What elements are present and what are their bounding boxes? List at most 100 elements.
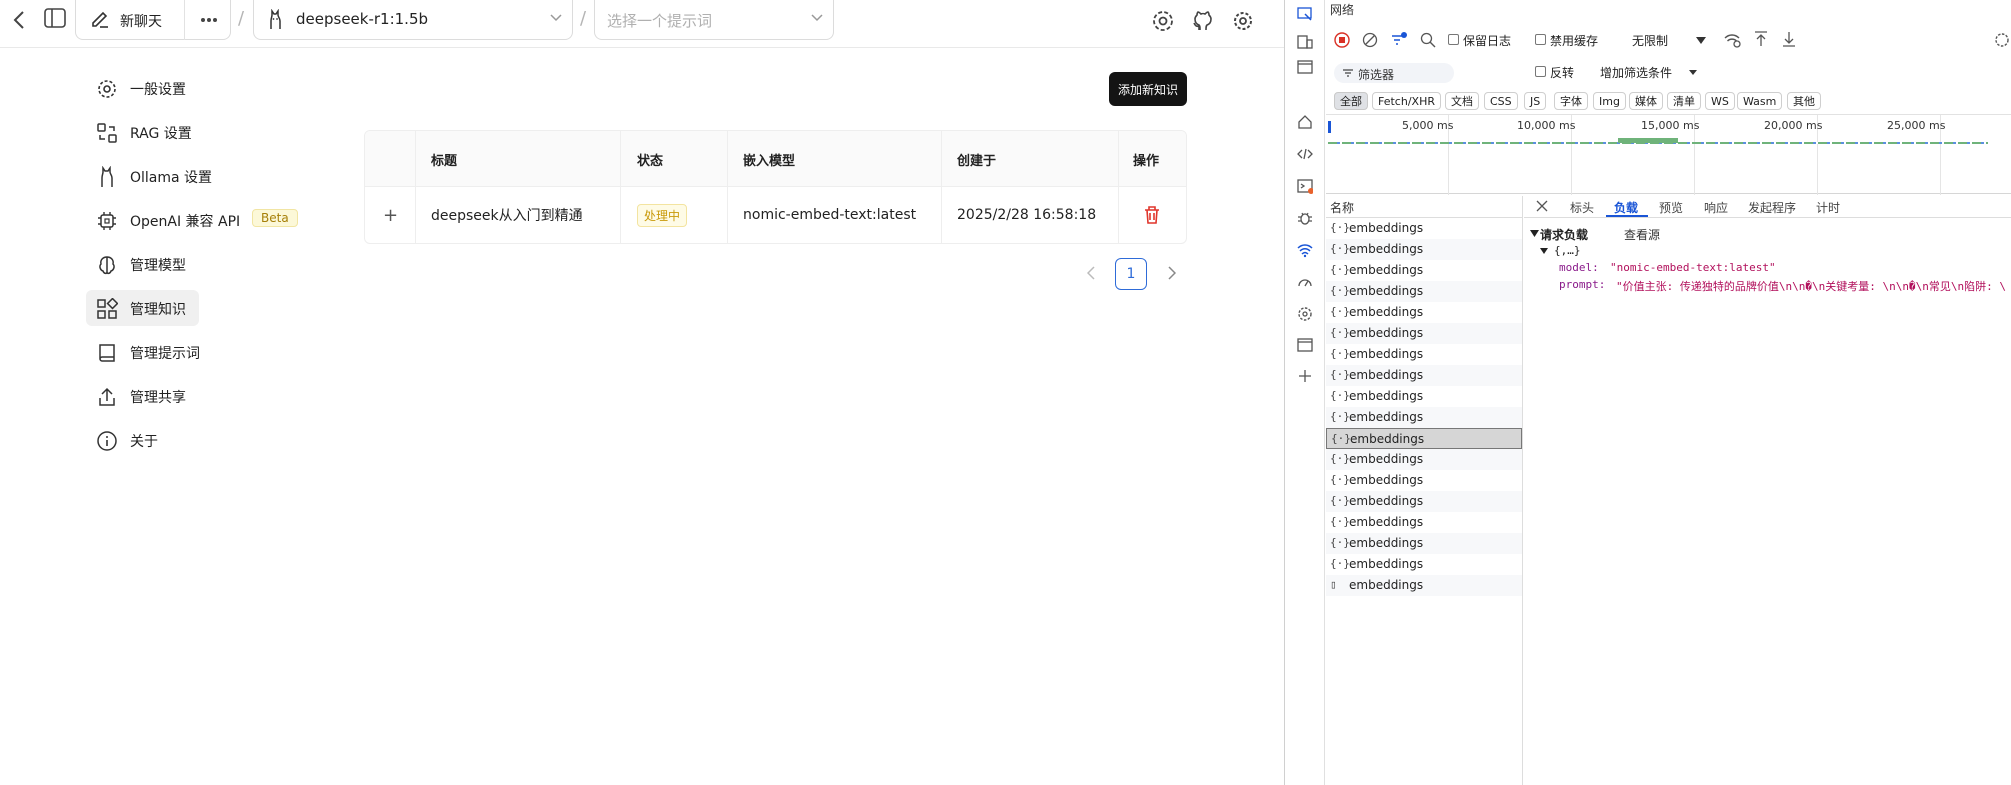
tab-timing[interactable]: 计时 xyxy=(1816,199,1840,216)
type-filter-font[interactable]: 字体 xyxy=(1554,92,1588,110)
sidebar-item-knowledge[interactable]: 管理知识 xyxy=(86,290,199,326)
request-row[interactable]: {·} embeddings xyxy=(1326,281,1522,302)
settings-icon[interactable] xyxy=(1994,32,2010,48)
request-row[interactable]: {·} embeddings xyxy=(1326,386,1522,407)
type-filter-img[interactable]: Img xyxy=(1593,92,1626,110)
performance-icon[interactable] xyxy=(1297,274,1313,290)
tab-response[interactable]: 响应 xyxy=(1704,199,1728,216)
request-name: embeddings xyxy=(1349,578,1424,592)
download-icon[interactable] xyxy=(1782,31,1796,47)
clear-icon[interactable] xyxy=(1362,32,1378,48)
sidebar-item-general[interactable]: 一般设置 xyxy=(86,70,198,106)
view-source-link[interactable]: 查看源 xyxy=(1624,226,1660,243)
sidebar-item-prompts[interactable]: 管理提示词 xyxy=(86,334,200,370)
network-icon[interactable] xyxy=(1297,242,1313,258)
home-icon[interactable] xyxy=(1297,114,1313,130)
sidebar-item-openai-api[interactable]: OpenAI 兼容 API Beta xyxy=(86,202,298,238)
sidebar-item-rag[interactable]: RAG 设置 xyxy=(86,114,198,150)
type-filter-doc[interactable]: 文档 xyxy=(1445,92,1479,110)
type-filter-manifest[interactable]: 清单 xyxy=(1667,92,1701,110)
request-row[interactable]: {·} embeddings xyxy=(1326,428,1522,449)
type-filter-other[interactable]: 其他 xyxy=(1787,92,1821,110)
invert-checkbox[interactable] xyxy=(1535,66,1546,77)
settings-icon[interactable] xyxy=(1297,306,1313,322)
search-icon[interactable] xyxy=(1420,32,1436,48)
tab-initiator[interactable]: 发起程序 xyxy=(1748,199,1796,216)
close-icon[interactable] xyxy=(1536,200,1548,212)
gear-icon[interactable] xyxy=(1231,9,1255,33)
expand-triangle-icon[interactable] xyxy=(1540,248,1548,255)
type-filter-all[interactable]: 全部 xyxy=(1334,92,1368,110)
console-icon[interactable] xyxy=(1297,178,1313,194)
application-icon[interactable] xyxy=(1297,338,1313,352)
add-knowledge-button[interactable]: 添加新知识 xyxy=(1109,72,1187,106)
filter-input[interactable]: 筛选器 xyxy=(1334,63,1454,83)
back-icon[interactable] xyxy=(12,10,26,30)
filter-icon[interactable] xyxy=(1390,31,1408,49)
network-timeline[interactable]: 5,000 ms 10,000 ms 15,000 ms 20,000 ms 2… xyxy=(1326,114,2011,195)
dropdown-arrow-icon[interactable] xyxy=(1696,37,1706,45)
request-row[interactable]: {·} embeddings xyxy=(1326,302,1522,323)
type-filter-media[interactable]: 媒体 xyxy=(1629,92,1663,110)
tab-preview[interactable]: 预览 xyxy=(1659,199,1683,216)
timeline-tick-label: 20,000 ms xyxy=(1764,119,1823,132)
inspect-icon[interactable] xyxy=(1297,6,1313,22)
devtools-rail xyxy=(1285,0,1325,785)
type-filter-xhr[interactable]: Fetch/XHR xyxy=(1372,92,1441,110)
request-row[interactable]: {·} embeddings xyxy=(1326,491,1522,512)
page-number[interactable]: 1 xyxy=(1115,258,1147,290)
plus-icon[interactable] xyxy=(1297,368,1313,384)
preserve-log-checkbox[interactable] xyxy=(1448,34,1459,45)
request-name: embeddings xyxy=(1349,347,1424,361)
type-filter-ws[interactable]: WS xyxy=(1705,92,1735,110)
expand-row-button[interactable]: + xyxy=(383,187,398,243)
request-row[interactable]: {·} embeddings xyxy=(1326,323,1522,344)
type-filter-wasm[interactable]: Wasm xyxy=(1737,92,1783,110)
prompt-selector[interactable]: 选择一个提示词 xyxy=(594,0,834,40)
request-row[interactable]: {·} embeddings xyxy=(1326,470,1522,491)
request-row[interactable]: {·} embeddings xyxy=(1326,407,1522,428)
request-row[interactable]: {·} embeddings xyxy=(1326,344,1522,365)
next-page-icon[interactable] xyxy=(1168,266,1176,280)
sidebar-toggle-icon[interactable] xyxy=(44,8,66,28)
tab-headers[interactable]: 标头 xyxy=(1570,199,1594,216)
code-icon[interactable] xyxy=(1297,146,1313,162)
more-icon[interactable] xyxy=(200,17,218,23)
request-row[interactable]: {·} embeddings xyxy=(1326,554,1522,575)
more-filters-button[interactable]: 增加筛选条件 xyxy=(1600,64,1672,81)
sidebar-item-sharing[interactable]: 管理共享 xyxy=(86,378,198,414)
settings-icon[interactable] xyxy=(1151,9,1175,33)
bug-icon[interactable] xyxy=(1297,210,1313,226)
record-icon[interactable] xyxy=(1334,32,1350,48)
new-chat-button[interactable]: 新聊天 xyxy=(120,11,162,31)
request-row[interactable]: {·} embeddings xyxy=(1326,533,1522,554)
sidebar-item-models[interactable]: 管理模型 xyxy=(86,246,198,282)
request-row[interactable]: {·} embeddings xyxy=(1326,365,1522,386)
type-filter-css[interactable]: CSS xyxy=(1484,92,1518,110)
disable-cache-checkbox[interactable] xyxy=(1535,34,1546,45)
model-selector[interactable]: deepseek-r1:1.5b xyxy=(253,0,573,40)
request-row[interactable]: {·} embeddings xyxy=(1326,449,1522,470)
wifi-settings-icon[interactable] xyxy=(1724,32,1742,48)
edit-icon[interactable] xyxy=(90,10,110,30)
request-row[interactable]: {·} embeddings xyxy=(1326,512,1522,533)
sidebar-item-about[interactable]: 关于 xyxy=(86,422,198,458)
type-filter-js[interactable]: JS xyxy=(1524,92,1547,110)
github-icon[interactable] xyxy=(1191,9,1215,33)
tab-payload[interactable]: 负载 xyxy=(1614,199,1638,216)
delete-icon[interactable] xyxy=(1143,187,1161,243)
request-row[interactable]: ▯ embeddings xyxy=(1326,575,1522,596)
request-row[interactable]: {·} embeddings xyxy=(1326,218,1522,239)
dropdown-arrow-icon[interactable] xyxy=(1689,70,1697,76)
expand-triangle-icon[interactable] xyxy=(1530,230,1539,238)
prev-page-icon[interactable] xyxy=(1087,266,1095,280)
throttle-select[interactable]: 无限制 xyxy=(1632,32,1668,49)
xhr-icon: {·} xyxy=(1330,242,1350,255)
knowledge-title: deepseek从入门到精通 xyxy=(431,208,583,224)
request-row[interactable]: {·} embeddings xyxy=(1326,260,1522,281)
window-icon[interactable] xyxy=(1297,60,1313,74)
request-row[interactable]: {·} embeddings xyxy=(1326,239,1522,260)
device-icon[interactable] xyxy=(1297,34,1313,50)
sidebar-item-ollama[interactable]: Ollama 设置 xyxy=(86,158,212,194)
upload-icon[interactable] xyxy=(1754,31,1768,47)
